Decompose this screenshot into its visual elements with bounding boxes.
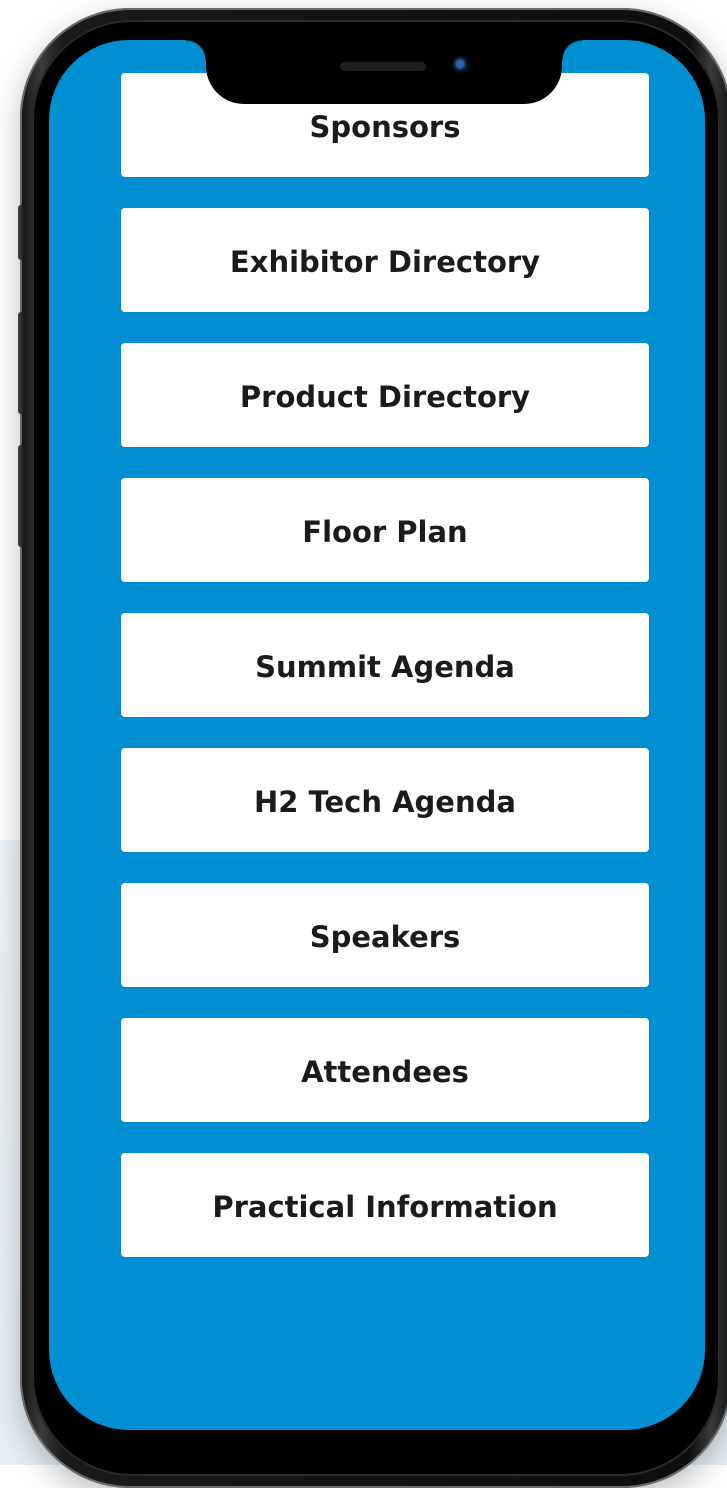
menu-button-h2-tech-agenda[interactable]: H2 Tech Agenda <box>121 748 649 852</box>
menu-button-label: Product Directory <box>239 380 531 414</box>
earpiece-speaker <box>340 62 426 71</box>
menu-button-label: Summit Agenda <box>255 650 515 684</box>
menu-button-floor-plan[interactable]: Floor Plan <box>121 478 649 582</box>
mute-switch <box>18 205 24 260</box>
menu-button-speakers[interactable]: Speakers <box>121 883 649 987</box>
menu-button-label: Floor Plan <box>302 515 468 549</box>
menu-button-exhibitor-directory[interactable]: Exhibitor Directory <box>121 208 649 312</box>
notch <box>186 40 582 104</box>
menu-button-label: Attendees <box>301 1055 469 1089</box>
menu-button-attendees[interactable]: Attendees <box>121 1018 649 1122</box>
menu-button-label: Sponsors <box>309 110 461 144</box>
menu-button-label: H2 Tech Agenda <box>254 785 516 819</box>
menu-button-product-directory[interactable]: Product Directory <box>121 343 649 447</box>
menu-button-label: Practical Information <box>212 1190 558 1224</box>
front-camera-icon <box>452 56 470 74</box>
volume-down-button <box>18 445 24 547</box>
menu-button-label: Speakers <box>309 920 461 954</box>
volume-up-button <box>18 312 24 414</box>
menu-button-practical-information[interactable]: Practical Information <box>121 1153 649 1257</box>
menu-button-label: Exhibitor Directory <box>229 245 541 279</box>
phone-screen: Sponsors Exhibitor Directory Product Dir… <box>49 40 705 1430</box>
menu-button-summit-agenda[interactable]: Summit Agenda <box>121 613 649 717</box>
main-menu: Sponsors Exhibitor Directory Product Dir… <box>121 73 649 1288</box>
